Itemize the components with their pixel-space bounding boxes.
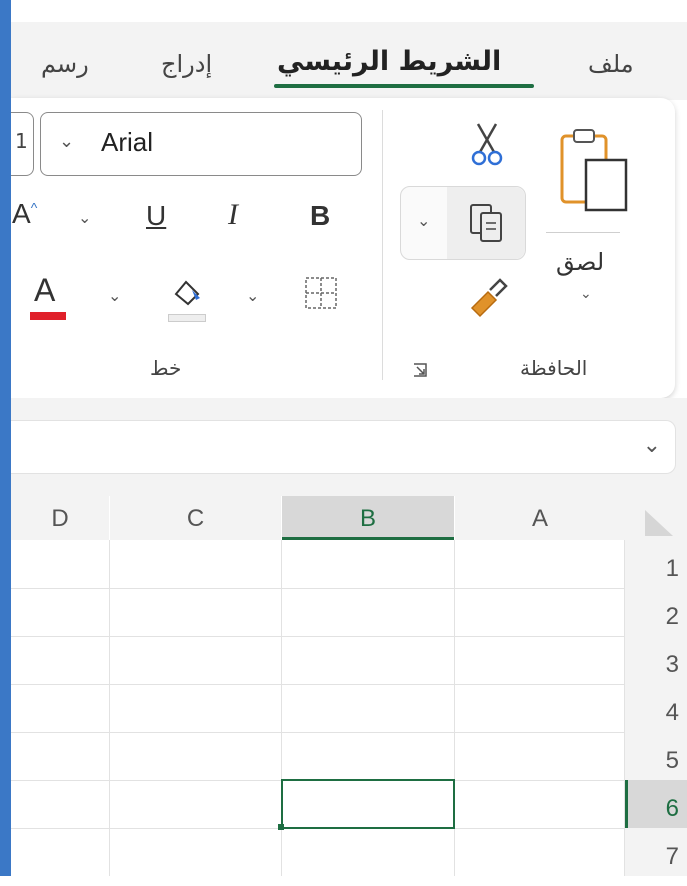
select-all-icon (645, 510, 673, 536)
row-header-4[interactable]: 4 (625, 684, 687, 732)
tab-file[interactable]: ملف (588, 50, 634, 78)
ribbon-tabs: ملف الشريط الرئيسي إدراج رسم (11, 22, 687, 100)
font-color-swatch (30, 312, 66, 320)
borders-icon[interactable] (304, 276, 338, 310)
column-header-c[interactable]: C (110, 496, 281, 540)
tab-home[interactable]: الشريط الرئيسي (277, 46, 501, 77)
grid-line (11, 588, 625, 589)
chevron-down-icon[interactable]: ⌄ (78, 208, 91, 228)
row-header-7[interactable]: 7 (625, 828, 687, 876)
italic-button[interactable]: I (228, 198, 238, 232)
font-size-value: 1 (15, 129, 28, 153)
paste-label[interactable]: لصق (556, 248, 604, 276)
window-border (0, 0, 11, 876)
active-cell-b6[interactable] (281, 779, 455, 829)
copy-button-group: ⌄ (400, 186, 526, 260)
chevron-down-icon[interactable]: ⌄ (59, 131, 74, 152)
grid-line (11, 732, 625, 733)
paste-separator (546, 232, 620, 233)
formula-bar[interactable]: ⌄ (11, 420, 676, 474)
column-header-b[interactable]: B (282, 496, 454, 540)
grow-font-label: A (12, 198, 31, 229)
row-header-6[interactable]: 6 (625, 780, 687, 828)
active-tab-indicator (274, 84, 534, 88)
fill-handle[interactable] (278, 824, 284, 830)
window-top (0, 0, 687, 22)
grid-line (109, 540, 110, 876)
column-header-d[interactable]: D (11, 496, 109, 540)
font-color-button[interactable]: A (34, 272, 55, 309)
fill-color-icon[interactable] (168, 276, 208, 312)
caret-up-icon: ^ (30, 199, 38, 216)
font-size-box[interactable]: 1 (11, 112, 34, 176)
dialog-launcher-icon[interactable] (412, 362, 428, 378)
clipboard-group-label: الحافظة (520, 356, 588, 380)
row-header-1[interactable]: 1 (625, 540, 687, 588)
font-name-box[interactable]: ⌄ Arial (40, 112, 362, 176)
row-header-2[interactable]: 2 (625, 588, 687, 636)
chevron-down-icon[interactable]: ⌄ (580, 286, 592, 302)
tab-draw[interactable]: رسم (41, 50, 89, 78)
font-name-value: Arial (101, 127, 154, 157)
fill-color-swatch (168, 314, 206, 322)
cut-icon[interactable] (470, 122, 504, 168)
chevron-down-icon[interactable]: ⌄ (108, 286, 121, 306)
grid-line (11, 684, 625, 685)
grid-line (624, 540, 625, 876)
row-header-5[interactable]: 5 (625, 732, 687, 780)
copy-icon (470, 204, 502, 242)
chevron-down-icon[interactable]: ⌄ (246, 286, 259, 306)
font-group-label: خط (150, 356, 182, 380)
grid-line (11, 636, 625, 637)
grow-font-button[interactable]: A^ (12, 198, 37, 230)
group-separator (382, 110, 383, 380)
underline-button[interactable]: U (146, 200, 166, 232)
worksheet-grid: D C B A 1 2 3 4 5 6 7 (11, 496, 687, 876)
tab-insert[interactable]: إدراج (161, 50, 212, 78)
select-all-corner[interactable] (625, 496, 687, 540)
bold-button[interactable]: B (310, 200, 330, 232)
chevron-down-icon[interactable]: ⌄ (417, 211, 430, 230)
chevron-down-icon[interactable]: ⌄ (643, 433, 661, 458)
copy-button[interactable] (447, 187, 525, 259)
format-painter-icon[interactable] (466, 278, 508, 320)
column-header-a[interactable]: A (455, 496, 625, 540)
row-header-3[interactable]: 3 (625, 636, 687, 684)
paste-icon[interactable] (552, 126, 632, 216)
